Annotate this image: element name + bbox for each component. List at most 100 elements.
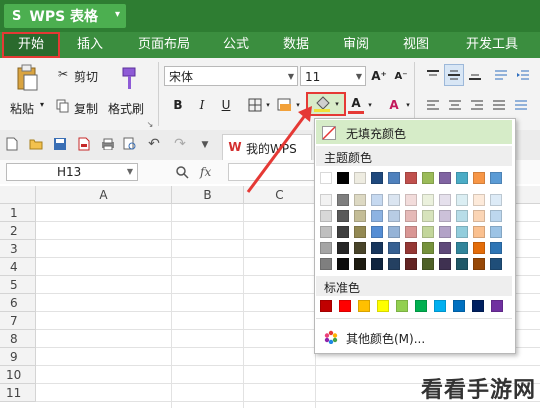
copy-icon[interactable] xyxy=(56,98,70,114)
print-icon[interactable] xyxy=(100,136,116,152)
wrap-text-icon[interactable] xyxy=(492,66,510,84)
theme-shade-swatch[interactable] xyxy=(439,210,451,222)
standard-color-swatch[interactable] xyxy=(320,300,332,312)
theme-shade-swatch[interactable] xyxy=(422,226,434,238)
row-header[interactable]: 2 xyxy=(0,222,36,240)
theme-color-swatch[interactable] xyxy=(320,172,332,184)
underline-button[interactable]: U xyxy=(218,96,234,114)
theme-shade-swatch[interactable] xyxy=(337,258,349,270)
theme-shade-swatch[interactable] xyxy=(388,210,400,222)
tab-data[interactable]: 数据 xyxy=(272,32,320,58)
theme-shade-swatch[interactable] xyxy=(354,210,366,222)
row-header[interactable]: 9 xyxy=(0,348,36,366)
cut-button[interactable]: 剪切 xyxy=(74,68,98,85)
theme-shade-swatch[interactable] xyxy=(405,258,417,270)
theme-shade-swatch[interactable] xyxy=(371,242,383,254)
paste-dropdown-icon[interactable]: ▾ xyxy=(40,100,44,109)
theme-shade-swatch[interactable] xyxy=(337,194,349,206)
theme-color-swatch[interactable] xyxy=(371,172,383,184)
align-left-icon[interactable] xyxy=(424,96,442,114)
undo-icon[interactable]: ↶ xyxy=(146,136,162,152)
row-header[interactable]: 3 xyxy=(0,240,36,258)
zoom-search-icon[interactable] xyxy=(174,164,190,180)
row-header[interactable]: 1 xyxy=(0,204,36,222)
theme-shade-swatch[interactable] xyxy=(422,242,434,254)
theme-shade-swatch[interactable] xyxy=(354,258,366,270)
standard-color-swatch[interactable] xyxy=(415,300,427,312)
theme-color-swatch[interactable] xyxy=(439,172,451,184)
standard-color-swatch[interactable] xyxy=(377,300,389,312)
align-bottom-icon[interactable] xyxy=(466,66,484,84)
theme-shade-swatch[interactable] xyxy=(490,226,502,238)
theme-shade-swatch[interactable] xyxy=(354,194,366,206)
theme-shade-swatch[interactable] xyxy=(405,242,417,254)
align-middle-icon[interactable] xyxy=(444,64,464,86)
font-name-select[interactable]: 宋体 ▼ xyxy=(164,66,298,86)
tab-home[interactable]: 开始 xyxy=(2,32,60,58)
indent-icon[interactable] xyxy=(514,66,532,84)
select-all-corner[interactable] xyxy=(0,186,36,204)
open-folder-icon[interactable] xyxy=(28,136,44,152)
standard-color-swatch[interactable] xyxy=(358,300,370,312)
theme-shade-swatch[interactable] xyxy=(371,258,383,270)
format-painter-icon[interactable] xyxy=(116,64,142,92)
row-header[interactable]: 11 xyxy=(0,384,36,402)
theme-shade-swatch[interactable] xyxy=(439,194,451,206)
align-center-icon[interactable] xyxy=(446,96,464,114)
theme-shade-swatch[interactable] xyxy=(473,226,485,238)
grow-font-icon[interactable]: A⁺ xyxy=(370,66,388,86)
theme-shade-swatch[interactable] xyxy=(371,194,383,206)
row-header[interactable]: 7 xyxy=(0,312,36,330)
theme-shade-swatch[interactable] xyxy=(337,210,349,222)
standard-color-swatch[interactable] xyxy=(453,300,465,312)
theme-shade-swatch[interactable] xyxy=(388,226,400,238)
theme-shade-swatch[interactable] xyxy=(439,258,451,270)
column-header-a[interactable]: A xyxy=(36,186,172,204)
print-preview-icon[interactable] xyxy=(122,136,138,152)
name-box[interactable]: H13 ▼ xyxy=(6,163,138,181)
theme-shade-swatch[interactable] xyxy=(456,226,468,238)
theme-color-swatch[interactable] xyxy=(490,172,502,184)
theme-shade-swatch[interactable] xyxy=(405,210,417,222)
tab-insert[interactable]: 插入 xyxy=(66,32,114,58)
justify-icon[interactable] xyxy=(490,96,508,114)
theme-shade-swatch[interactable] xyxy=(354,226,366,238)
insert-function-button[interactable]: fx xyxy=(200,165,211,179)
theme-color-swatch[interactable] xyxy=(422,172,434,184)
tab-developer[interactable]: 开发工具 xyxy=(452,32,532,58)
font-color-button[interactable]: A xyxy=(348,94,364,114)
distributed-icon[interactable] xyxy=(512,96,530,114)
theme-shade-swatch[interactable] xyxy=(320,210,332,222)
theme-shade-swatch[interactable] xyxy=(422,210,434,222)
theme-color-swatch[interactable] xyxy=(456,172,468,184)
theme-shade-swatch[interactable] xyxy=(354,242,366,254)
theme-shade-swatch[interactable] xyxy=(473,194,485,206)
theme-shade-swatch[interactable] xyxy=(439,242,451,254)
font-size-select[interactable]: 11 ▼ xyxy=(300,66,366,86)
standard-color-swatch[interactable] xyxy=(339,300,351,312)
theme-shade-swatch[interactable] xyxy=(456,242,468,254)
redo-icon[interactable]: ↷ xyxy=(172,136,188,152)
theme-shade-swatch[interactable] xyxy=(473,242,485,254)
paste-button[interactable]: 粘贴 xyxy=(10,100,34,117)
theme-shade-swatch[interactable] xyxy=(388,194,400,206)
customize-toolbar-icon[interactable]: ▼ xyxy=(198,138,212,152)
theme-shade-swatch[interactable] xyxy=(371,210,383,222)
row-header[interactable]: 10 xyxy=(0,366,36,384)
clear-format-icon[interactable]: A xyxy=(384,96,404,114)
theme-shade-swatch[interactable] xyxy=(490,242,502,254)
format-painter-button[interactable]: 格式刷 xyxy=(108,100,144,117)
theme-color-swatch[interactable] xyxy=(473,172,485,184)
theme-shade-swatch[interactable] xyxy=(439,226,451,238)
tab-view[interactable]: 视图 xyxy=(392,32,440,58)
column-header-b[interactable]: B xyxy=(172,186,244,204)
standard-color-swatch[interactable] xyxy=(396,300,408,312)
align-right-icon[interactable] xyxy=(468,96,486,114)
chevron-down-icon[interactable]: ▾ xyxy=(404,98,412,112)
italic-button[interactable]: I xyxy=(194,96,210,114)
align-top-icon[interactable] xyxy=(424,66,442,84)
theme-shade-swatch[interactable] xyxy=(388,242,400,254)
row-header[interactable]: 5 xyxy=(0,276,36,294)
font-dialog-launcher-icon[interactable]: ↘ xyxy=(146,120,154,129)
row-header[interactable]: 6 xyxy=(0,294,36,312)
